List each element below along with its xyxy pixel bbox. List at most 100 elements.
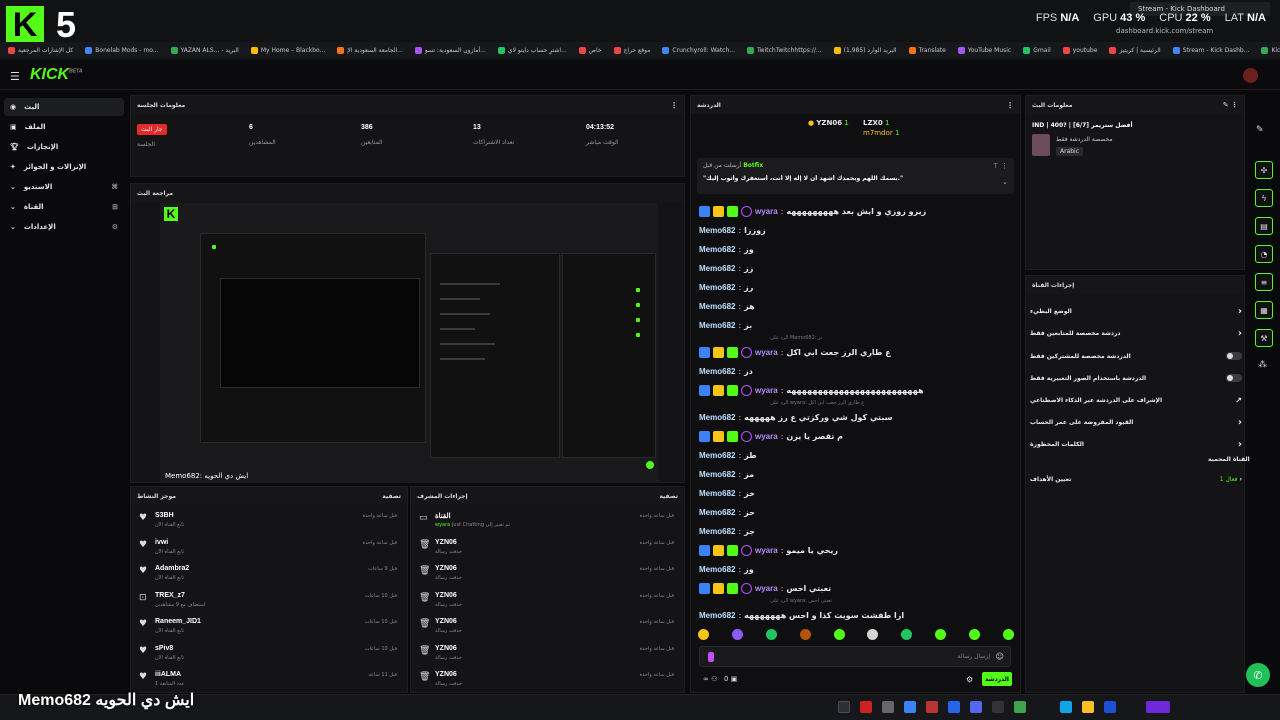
steam-icon[interactable]	[838, 701, 850, 713]
bookmark-item[interactable]: الجامعة السعودية الإ...	[337, 46, 403, 54]
bookmark-item[interactable]: TwitchTwitchhttps://...	[747, 46, 822, 54]
feed-title[interactable]: sPiv8	[155, 645, 173, 652]
channel-action-row[interactable]: الدردشة باستخدام الصور التعبيرية فقط	[1030, 369, 1242, 387]
emote-icon[interactable]	[969, 629, 980, 640]
emote-icon[interactable]	[1002, 629, 1014, 640]
stream-preview-video[interactable]: K	[160, 203, 658, 483]
bookmark-item[interactable]: Translate	[908, 46, 946, 54]
app-icon[interactable]	[882, 701, 894, 713]
nodes-icon[interactable]: ⁂	[1258, 360, 1267, 370]
channel-action-row[interactable]: دردشة مخصصة للمتابعين فقط ›	[1030, 324, 1242, 342]
channel-action-row[interactable]: الدردشة مخصصة للمشتركين فقط	[1030, 347, 1242, 365]
emote-icon[interactable]	[765, 629, 777, 640]
chat-message[interactable]: wyara: تعبتي احس	[699, 580, 831, 596]
bookmark-item[interactable]: My Home – Blackbo...	[250, 46, 325, 54]
discord-icon[interactable]	[970, 701, 982, 713]
feed-title[interactable]: القناة	[435, 512, 451, 520]
chat-message[interactable]: Memo682: دز	[699, 363, 753, 379]
chat-message[interactable]: Memo682: وز	[699, 241, 754, 257]
chat-message[interactable]: wyara: زيزو زوزي و ايش بعد هههههههههه	[699, 203, 926, 219]
avatar[interactable]	[1243, 68, 1258, 83]
chat-message[interactable]: Memo682: ازا طفشت سويت كذا و احس ههههههه…	[699, 607, 904, 623]
feed-title[interactable]: YZN06	[435, 539, 457, 546]
feed-title[interactable]: iiiALMA	[155, 671, 181, 678]
chat-message[interactable]: Memo682: جز	[699, 523, 755, 539]
feed-title[interactable]: YZN06	[435, 671, 457, 678]
bookmark-item[interactable]: اشترِ حساب دايتو لاي...	[497, 46, 567, 54]
bookmark-item[interactable]: كل الإشارات المرجعية	[8, 46, 73, 54]
feed-title[interactable]: YZN06	[435, 645, 457, 652]
emote-icon[interactable]	[799, 629, 811, 640]
toggle-switch[interactable]	[1226, 352, 1242, 360]
feed-title[interactable]: S3BH	[155, 512, 174, 519]
chat-message[interactable]: Memo682: هز	[699, 298, 755, 314]
feed-title[interactable]: YZN06	[435, 592, 457, 599]
app-icon[interactable]	[1014, 701, 1026, 713]
app-icon[interactable]	[992, 701, 1004, 713]
chat-message[interactable]: Memo682: خز	[699, 485, 755, 501]
chat-message[interactable]: Memo682: وز	[699, 561, 754, 577]
settings-tool-icon[interactable]: ✣	[1255, 161, 1273, 179]
bookmark-item[interactable]: Bonelab Mods - mo...	[85, 46, 159, 54]
bookmark-item[interactable]: موقع حراج	[613, 46, 650, 54]
server-icon[interactable]: ▦	[1255, 301, 1273, 319]
bookmark-item[interactable]: YAZAN ALS... - البريد	[170, 46, 239, 54]
sidebar-item-channel[interactable]: ⌄ القناة ⊞	[4, 198, 124, 216]
emote-icon[interactable]	[935, 629, 947, 640]
sidebar-item-settings[interactable]: ⌄ الإعدادات ⚙	[4, 218, 124, 236]
bookmark-item[interactable]: البريد الوارد (1,985)	[833, 46, 897, 54]
chat-message[interactable]: Memo682: مز	[699, 466, 754, 482]
send-chat-button[interactable]: الدردشة	[982, 672, 1012, 686]
feed-title[interactable]: YZN06	[435, 565, 457, 572]
filter-button[interactable]: تصفية	[659, 493, 678, 500]
app-icon[interactable]	[926, 701, 938, 713]
chat-message[interactable]: Memo682: زز	[699, 260, 753, 276]
emote-icon[interactable]	[698, 629, 709, 640]
chat-bubble-icon[interactable]: ◔	[1255, 245, 1273, 263]
bookmark-item[interactable]: YouTube Music	[957, 46, 1011, 54]
bookmark-item[interactable]: youtube	[1062, 46, 1097, 54]
chat-settings-icon[interactable]: ⚙	[966, 675, 973, 684]
toggle-switch[interactable]	[1226, 374, 1242, 382]
sidebar-item-achievements[interactable]: 🏆︎ الإنجازات	[4, 138, 124, 156]
lightning-icon[interactable]: ϟ	[1255, 189, 1273, 207]
more-icon[interactable]: ⋮	[670, 101, 678, 110]
folder-icon[interactable]	[1082, 701, 1094, 713]
bookmark-item[interactable]: Stream - Kick Dashb...	[1172, 46, 1249, 54]
chat-message[interactable]: wyara: هههههههههههههههههههههههههه	[699, 382, 924, 398]
kick-logo[interactable]: KICKBETA	[30, 66, 82, 84]
feed-title[interactable]: Raneem_JID1	[155, 618, 201, 625]
sidebar-item-stream[interactable]: ◉ البث	[4, 98, 124, 116]
menu-icon[interactable]: ☰	[10, 70, 20, 83]
filter-button[interactable]: تصفية	[382, 493, 401, 500]
chat-message[interactable]: wyara: ع طاري الرز جعت ابي اكل	[699, 344, 891, 360]
sidebar-item-studio[interactable]: ⌄ الاستديو ⌘	[4, 178, 124, 196]
bookmark-item[interactable]: Gmail	[1023, 46, 1051, 54]
chat-message[interactable]: wyara: م تقصر يا يزن	[699, 428, 843, 444]
bookmark-item[interactable]: Crunchyroll: Watch...	[662, 46, 735, 54]
app-icon[interactable]	[948, 701, 960, 713]
set-goals-row[interactable]: تعيين الأهداف فعال 1 ›	[1030, 470, 1242, 488]
emote-icon[interactable]	[867, 629, 879, 640]
clipboard-icon[interactable]: ▤	[1255, 217, 1273, 235]
feed-title[interactable]: TREX_z7	[155, 592, 185, 599]
pinned-message[interactable]: أرسلت من قبل Botfix "بسمك اللهم وبحمدك أ…	[697, 158, 1014, 194]
channel-action-row[interactable]: الإشراف على الدردشة عبر الذكاء الاصطناعي…	[1030, 391, 1242, 409]
chat-message[interactable]: Memo682: بز	[699, 317, 752, 333]
windows-icon[interactable]	[1104, 701, 1116, 713]
app-icon[interactable]	[1060, 701, 1072, 713]
sidebar-item-drops[interactable]: ✦ الإنزالات و الجوائز	[4, 158, 124, 176]
wrench-icon[interactable]: ⚒	[1255, 329, 1273, 347]
chat-message[interactable]: wyara: ريحي يا ميمو	[699, 542, 838, 558]
emote-icon[interactable]	[731, 629, 743, 640]
bookmark-item[interactable]: خاص	[578, 46, 602, 54]
emote-icon[interactable]	[833, 629, 845, 640]
chat-message[interactable]: Memo682: طز	[699, 447, 757, 463]
bookmark-item[interactable]: أمازون السعودية: تسو...	[414, 46, 486, 54]
chat-message[interactable]: Memo682: زوززا	[699, 222, 766, 238]
app-icon[interactable]	[1146, 701, 1170, 713]
channel-action-row[interactable]: القيود المفروضة على عمر الحساب ›	[1030, 413, 1242, 431]
chat-message[interactable]: Memo682: رز	[699, 279, 753, 295]
app-icon[interactable]	[904, 701, 916, 713]
channel-action-row[interactable]: الكلمات المحظورة ›	[1030, 435, 1242, 453]
